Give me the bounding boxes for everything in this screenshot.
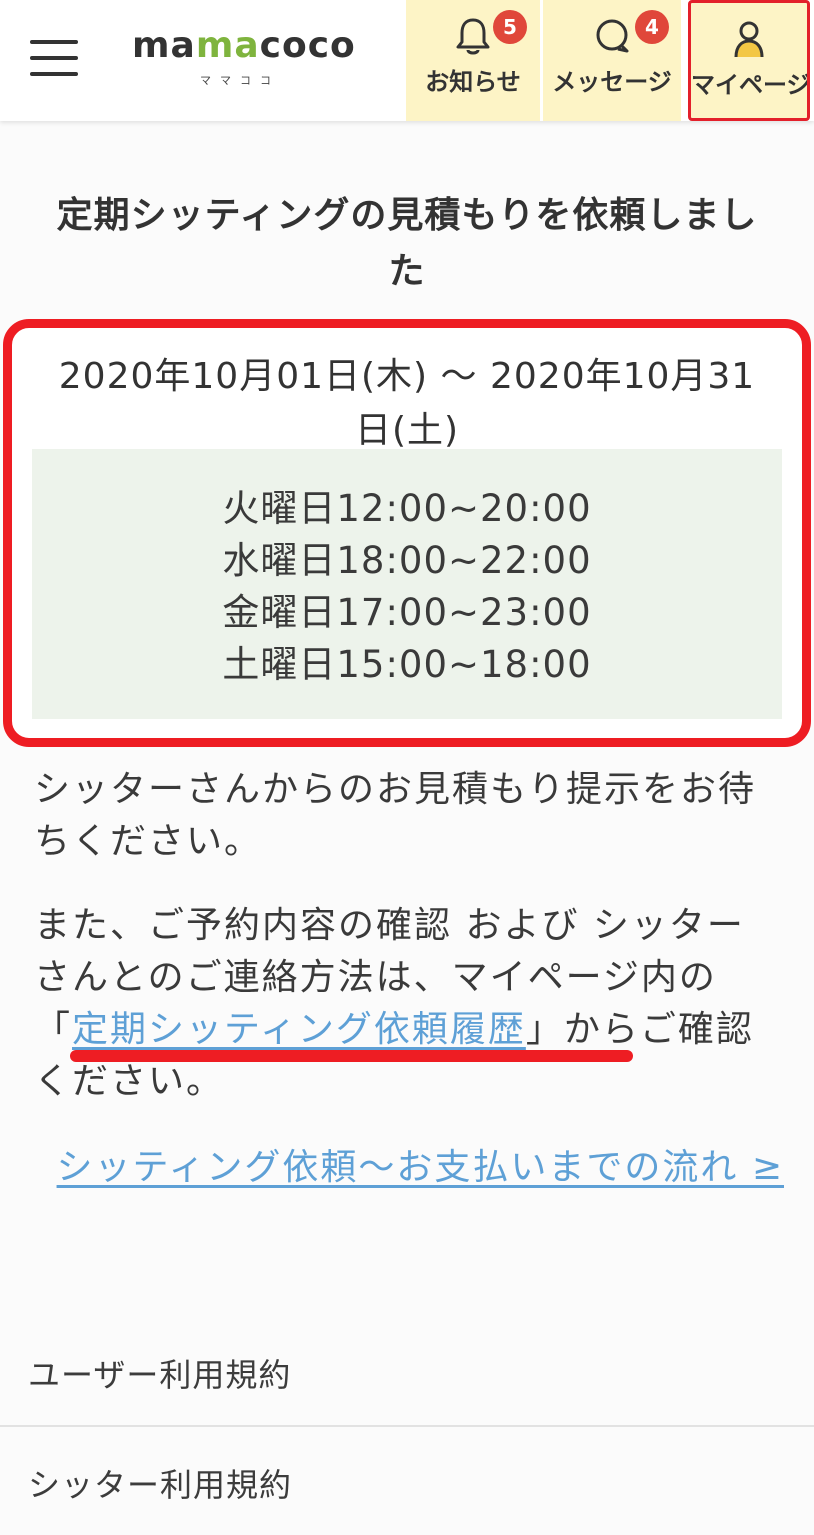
hamburger-menu-icon[interactable] — [30, 40, 78, 76]
nav-notifications[interactable]: 5 お知らせ — [406, 0, 540, 121]
messages-badge: 4 — [635, 10, 669, 44]
sitting-flow-link[interactable]: シッティング依頼〜お支払いまでの流れ ≥ — [57, 1147, 784, 1188]
nav-messages-label: メッセージ — [552, 68, 672, 96]
page-title-line2: た — [388, 251, 426, 292]
page-title-line1: 定期シッティングの見積もりを依頼しまし — [56, 195, 758, 236]
nav-mypage[interactable]: マイページ — [688, 0, 810, 121]
logo-wordmark: mamacoco — [132, 25, 356, 66]
nav-notifications-label: お知らせ — [425, 68, 521, 96]
nav-messages[interactable]: 4 メッセージ — [543, 0, 681, 121]
footer-user-terms-link[interactable]: ユーザー利用規約 — [0, 1325, 814, 1425]
schedule-summary-box: 2020年10月01日(木) 〜 2020年10月31 日(土) 火曜日12:0… — [3, 319, 811, 747]
await-quote-message: シッターさんからのお見積もり提示をお待ちください。 — [34, 769, 757, 862]
time-slot-friday: 金曜日17:00~23:00 — [222, 591, 592, 634]
nav-mypage-label: マイページ — [691, 71, 807, 99]
confirmation-guidance: また、ご予約内容の確認 および シッターさんとのご連絡方法は、マイページ内の「定… — [34, 900, 774, 1108]
time-slot-tuesday: 火曜日12:00~20:00 — [222, 487, 592, 530]
regular-sitting-history-link[interactable]: 定期シッティング依頼履歴 — [72, 1009, 526, 1050]
weekly-times-panel: 火曜日12:00~20:00 水曜日18:00~22:00 金曜日17:00~2… — [32, 449, 782, 719]
app-header: mamacoco ママココ 5 お知らせ 4 メッセージ マイページ — [0, 0, 814, 121]
logo-subtitle: ママココ — [200, 74, 280, 87]
user-icon — [727, 17, 771, 61]
date-range-line1: 2020年10月01日(木) 〜 2020年10月31 — [58, 356, 756, 397]
flow-guide-link-container: シッティング依頼〜お支払いまでの流れ ≥ — [50, 1140, 784, 1196]
time-slot-saturday: 土曜日15:00~18:00 — [222, 643, 592, 686]
mamacoco-logo[interactable]: mamacoco ママココ — [132, 24, 355, 94]
nav-separator — [681, 0, 684, 121]
date-range: 2020年10月01日(木) 〜 2020年10月31 日(土) — [12, 350, 802, 458]
chat-bubble-icon — [590, 14, 634, 58]
time-slot-wednesday: 水曜日18:00~22:00 — [222, 539, 592, 582]
notifications-badge: 5 — [493, 10, 527, 44]
highlight-underline — [70, 1050, 633, 1062]
bell-icon — [451, 14, 495, 58]
footer-divider — [0, 1425, 814, 1427]
page-title: 定期シッティングの見積もりを依頼しまし た — [0, 188, 814, 300]
footer-sitter-terms-link[interactable]: シッター利用規約 — [0, 1435, 814, 1535]
